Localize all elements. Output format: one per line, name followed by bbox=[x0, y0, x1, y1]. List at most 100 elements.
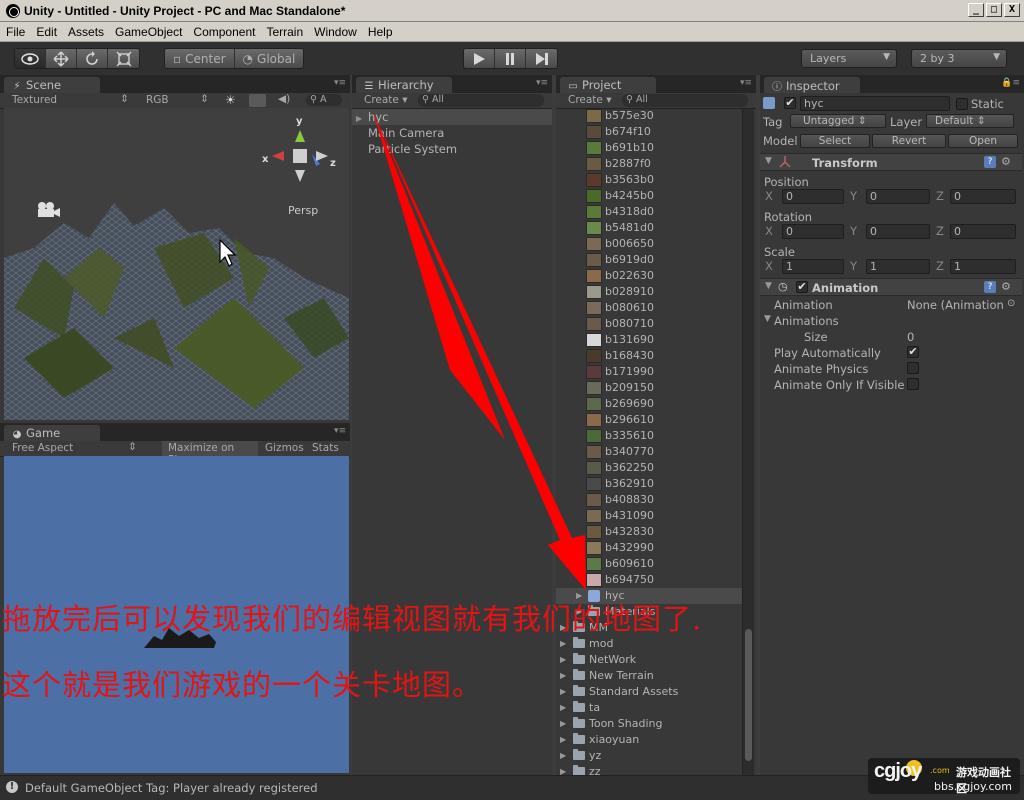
folder-item[interactable]: ▶ Standard Assets bbox=[556, 684, 742, 700]
scale-z-field[interactable]: 1 bbox=[950, 259, 1016, 274]
texture-item[interactable]: b694750 bbox=[556, 572, 742, 588]
tag-dropdown[interactable]: Untagged ⇕ bbox=[790, 114, 886, 128]
expand-arrow-icon[interactable]: ▶ bbox=[560, 716, 566, 732]
select-button[interactable]: Select bbox=[800, 134, 870, 148]
foldout-arrow-icon[interactable]: ▼ bbox=[765, 281, 772, 291]
gear-icon[interactable]: ⚙ bbox=[1001, 280, 1011, 293]
texture-item[interactable]: b362910 bbox=[556, 476, 742, 492]
texture-item[interactable]: b340770 bbox=[556, 444, 742, 460]
layer-dropdown[interactable]: Default ⇕ bbox=[926, 114, 1014, 128]
texture-item[interactable]: b080610 bbox=[556, 300, 742, 316]
object-picker-icon[interactable]: ⊙ bbox=[1007, 298, 1015, 309]
animation-clip-field[interactable]: None (Animation bbox=[907, 298, 1004, 312]
texture-item[interactable]: b022630 bbox=[556, 268, 742, 284]
close-button[interactable]: X bbox=[1004, 3, 1020, 17]
space-global-toggle[interactable]: ◔ Global bbox=[235, 49, 304, 68]
play-auto-checkbox[interactable]: ✔ bbox=[907, 346, 919, 358]
lock-icon[interactable]: 🔒≡ bbox=[1001, 78, 1020, 88]
help-icon[interactable]: ? bbox=[984, 156, 996, 168]
view-tool-button[interactable] bbox=[15, 49, 46, 68]
tab-scene[interactable]: ⚡ Scene bbox=[4, 77, 100, 93]
texture-item[interactable]: b674f10 bbox=[556, 124, 742, 140]
pivot-center-toggle[interactable]: ▫ Center bbox=[165, 49, 235, 68]
texture-item[interactable]: b5481d0 bbox=[556, 220, 742, 236]
revert-button[interactable]: Revert bbox=[872, 134, 946, 148]
folder-item[interactable]: ▶ yz bbox=[556, 748, 742, 764]
folder-item[interactable]: ▶ xiaoyuan bbox=[556, 732, 742, 748]
gizmos-toggle[interactable]: Gizmos bbox=[265, 442, 304, 454]
animate-visible-checkbox[interactable] bbox=[907, 378, 919, 390]
scale-tool-button[interactable] bbox=[108, 49, 139, 68]
expand-arrow-icon[interactable]: ▶ bbox=[560, 652, 566, 668]
maximize-on-play-toggle[interactable]: Maximize on Play bbox=[162, 441, 258, 466]
hierarchy-create-dropdown[interactable]: Create ▾ bbox=[364, 94, 408, 106]
hierarchy-item-main-camera[interactable]: Main Camera bbox=[352, 125, 552, 141]
menu-terrain[interactable]: Terrain bbox=[260, 25, 308, 39]
scene-image-icon[interactable] bbox=[249, 94, 266, 107]
play-button[interactable] bbox=[464, 49, 495, 68]
texture-item[interactable]: b296610 bbox=[556, 412, 742, 428]
expand-arrow-icon[interactable]: ▶ bbox=[356, 111, 368, 127]
texture-item[interactable]: b6919d0 bbox=[556, 252, 742, 268]
animate-physics-checkbox[interactable] bbox=[907, 362, 919, 374]
tab-game[interactable]: ◕ Game bbox=[4, 425, 100, 441]
texture-item[interactable]: b609610 bbox=[556, 556, 742, 572]
menu-edit[interactable]: Edit bbox=[30, 25, 62, 39]
folder-item[interactable]: ▶ mod bbox=[556, 636, 742, 652]
project-scrollbar[interactable] bbox=[742, 109, 754, 775]
minimize-button[interactable]: _ bbox=[968, 3, 984, 17]
object-name-field[interactable]: hyc bbox=[800, 96, 950, 111]
menu-window[interactable]: Window bbox=[308, 25, 362, 39]
scene-lighting-icon[interactable]: ☀ bbox=[225, 93, 236, 107]
status-message[interactable]: Default GameObject Tag: Player already r… bbox=[25, 781, 318, 795]
folder-item[interactable]: ▶ NetWork bbox=[556, 652, 742, 668]
rotation-z-field[interactable]: 0 bbox=[950, 224, 1016, 239]
expand-arrow-icon[interactable]: ▶ bbox=[560, 668, 566, 684]
foldout-arrow-icon[interactable]: ▼ bbox=[764, 314, 771, 324]
rotation-y-field[interactable]: 0 bbox=[866, 224, 930, 239]
hierarchy-search-input[interactable]: ⚲ All bbox=[418, 94, 544, 107]
scene-gizmo[interactable]: y x z Persp bbox=[260, 116, 340, 217]
texture-item[interactable]: b006650 bbox=[556, 236, 742, 252]
texture-item[interactable]: b431090 bbox=[556, 508, 742, 524]
position-y-field[interactable]: 0 bbox=[866, 189, 930, 204]
texture-item[interactable]: b209150 bbox=[556, 380, 742, 396]
expand-arrow-icon[interactable]: ▶ bbox=[560, 732, 566, 748]
move-tool-button[interactable] bbox=[46, 49, 77, 68]
active-checkbox[interactable]: ✔ bbox=[784, 97, 796, 109]
texture-item[interactable]: b408830 bbox=[556, 492, 742, 508]
texture-item[interactable]: b362250 bbox=[556, 460, 742, 476]
expand-arrow-icon[interactable]: ▶ bbox=[560, 684, 566, 700]
texture-item[interactable]: b080710 bbox=[556, 316, 742, 332]
position-z-field[interactable]: 0 bbox=[950, 189, 1016, 204]
texture-item[interactable]: b575e30 bbox=[556, 108, 742, 124]
panel-menu-icon[interactable]: ▾≡ bbox=[536, 78, 548, 88]
rotation-x-field[interactable]: 0 bbox=[782, 224, 844, 239]
scale-y-field[interactable]: 1 bbox=[866, 259, 930, 274]
pause-button[interactable] bbox=[495, 49, 526, 68]
rotate-tool-button[interactable] bbox=[77, 49, 108, 68]
menu-gameobject[interactable]: GameObject bbox=[109, 25, 187, 39]
size-field[interactable]: 0 bbox=[907, 330, 914, 344]
layout-dropdown[interactable]: 2 by 3 ▼ bbox=[911, 49, 1007, 68]
expand-arrow-icon[interactable]: ▶ bbox=[560, 636, 566, 652]
texture-item[interactable]: b2887f0 bbox=[556, 156, 742, 172]
tab-inspector[interactable]: ⓘ Inspector bbox=[764, 77, 860, 93]
help-icon[interactable]: ? bbox=[984, 281, 996, 293]
texture-item[interactable]: b3563b0 bbox=[556, 172, 742, 188]
color-mode-dropdown[interactable]: RGB bbox=[146, 94, 169, 106]
scrollbar-thumb[interactable] bbox=[745, 629, 752, 761]
menu-file[interactable]: File bbox=[0, 25, 30, 39]
open-button[interactable]: Open bbox=[948, 134, 1018, 148]
menu-assets[interactable]: Assets bbox=[62, 25, 109, 39]
step-button[interactable] bbox=[526, 49, 557, 68]
texture-item[interactable]: b4318d0 bbox=[556, 204, 742, 220]
layers-dropdown[interactable]: Layers ▼ bbox=[801, 49, 897, 68]
aspect-dropdown[interactable]: Free Aspect bbox=[12, 442, 73, 454]
scene-view[interactable]: y x z Persp bbox=[4, 108, 349, 420]
tab-hierarchy[interactable]: ☰ Hierarchy bbox=[356, 77, 452, 93]
audio-icon[interactable]: ◀) bbox=[278, 93, 290, 105]
hierarchy-item-hyc[interactable]: ▶ hyc bbox=[352, 109, 552, 125]
panel-menu-icon[interactable]: ▾≡ bbox=[334, 426, 346, 436]
position-x-field[interactable]: 0 bbox=[782, 189, 844, 204]
